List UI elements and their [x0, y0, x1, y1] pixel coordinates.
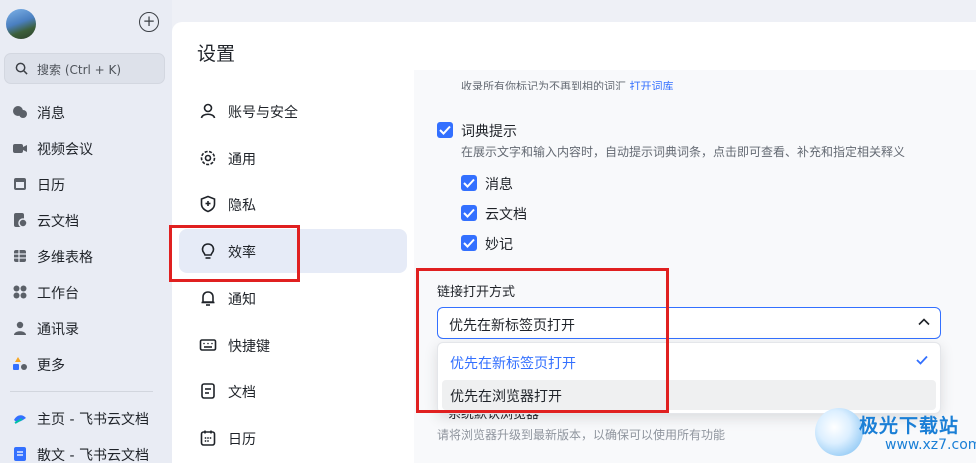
chevron-up-icon — [918, 318, 930, 326]
more-apps-icon — [13, 357, 27, 370]
option-cloud-docs-label: 云文档 — [485, 207, 527, 223]
checkmark-icon — [439, 125, 451, 135]
sidebar-item-video-meeting[interactable]: 视频会议 — [0, 133, 172, 163]
option-messages-label: 消息 — [485, 177, 513, 193]
menu-item-general[interactable]: 通用 — [179, 136, 407, 180]
menu-item-label: 通知 — [228, 292, 256, 308]
option-minutes-label: 妙记 — [485, 237, 513, 253]
feishu-doc-icon — [14, 415, 26, 424]
chat-bubble-icon — [13, 106, 27, 118]
sidebar-item-label: 散文 - 飞书云文档 — [37, 448, 149, 463]
sidebar-item-calendar[interactable]: 日历 — [0, 169, 172, 199]
bell-icon — [201, 291, 215, 306]
sidebar-item-label: 更多 — [37, 358, 65, 374]
sidebar-item-label: 日历 — [37, 178, 65, 194]
menu-item-label: 隐私 — [228, 198, 256, 214]
menu-item-label: 文档 — [228, 385, 256, 401]
contacts-icon — [14, 321, 26, 335]
menu-item-label: 日历 — [228, 432, 256, 448]
highlight-box-link-open — [416, 268, 669, 413]
app-sidebar: + 搜索 (Ctrl + K) 消息 视频会议 日历 云文档 多维表格 工作台 … — [0, 0, 172, 463]
calendar-icon — [200, 430, 216, 446]
video-camera-icon — [13, 144, 27, 153]
cloud-doc-icon — [14, 213, 28, 228]
sidebar-doc-essay[interactable]: 散文 - 飞书云文档 — [0, 439, 172, 463]
document-icon — [201, 383, 215, 399]
option-cloud-docs-checkbox[interactable] — [461, 205, 477, 221]
menu-item-label: 账号与安全 — [228, 105, 298, 121]
sidebar-item-label: 通讯录 — [37, 322, 79, 338]
menu-item-label: 通用 — [228, 152, 256, 168]
open-vocabulary-link[interactable]: 打开词库 — [630, 80, 674, 90]
option-minutes-checkbox[interactable] — [461, 235, 477, 251]
option-messages-checkbox[interactable] — [461, 175, 477, 191]
checkmark-icon — [463, 178, 475, 188]
check-icon — [916, 355, 928, 365]
sidebar-divider — [10, 391, 153, 392]
browser-upgrade-note: 请将浏览器升级到最新版本，以确保可以使用所有功能 — [437, 428, 726, 442]
add-icon[interactable]: + — [139, 12, 159, 32]
shield-icon — [200, 195, 216, 213]
highlight-box-efficiency — [169, 225, 300, 282]
keyboard-icon — [199, 339, 217, 351]
sidebar-item-contacts[interactable]: 通讯录 — [0, 313, 172, 343]
menu-item-account-security[interactable]: 账号与安全 — [179, 89, 407, 133]
search-placeholder: 搜索 (Ctrl + K) — [37, 63, 122, 77]
dict-hint-checkbox[interactable] — [437, 122, 453, 138]
vocabulary-hint: 收录所有你标记为不再到相的词汇 — [461, 80, 626, 90]
watermark-url: www.xz7.com — [885, 437, 976, 453]
document-icon — [14, 447, 26, 461]
watermark: 极光下载站 www.xz7.com — [815, 408, 976, 460]
dict-hint-description: 在展示文字和输入内容时，自动提示词典词条，点击即可查看、补充和指定相关释义 — [461, 145, 906, 159]
sidebar-item-label: 消息 — [37, 106, 65, 122]
vocabulary-hint-text: 收录所有你标记为不再到相的词汇 打开词库 — [461, 78, 674, 90]
gear-icon — [200, 150, 216, 166]
sidebar-item-workplace[interactable]: 工作台 — [0, 277, 172, 307]
checkmark-icon — [463, 208, 475, 218]
dict-hint-label: 词典提示 — [461, 124, 517, 140]
menu-item-shortcuts[interactable]: 快捷键 — [179, 323, 407, 367]
sidebar-doc-home[interactable]: 主页 - 飞书云文档 — [0, 403, 172, 433]
page-title: 设置 — [197, 43, 236, 65]
avatar[interactable] — [6, 9, 36, 39]
table-grid-icon — [14, 250, 26, 262]
sidebar-item-bitable[interactable]: 多维表格 — [0, 241, 172, 271]
watermark-text: 极光下载站 — [859, 415, 960, 437]
menu-item-privacy[interactable]: 隐私 — [179, 182, 407, 226]
menu-item-notifications[interactable]: 通知 — [179, 276, 407, 320]
sidebar-item-label: 视频会议 — [37, 142, 93, 158]
sidebar-item-label: 工作台 — [37, 286, 79, 302]
menu-item-calendar[interactable]: 日历 — [179, 416, 407, 460]
search-icon — [15, 62, 28, 75]
calendar-icon — [14, 178, 26, 190]
search-input[interactable]: 搜索 (Ctrl + K) — [4, 53, 165, 84]
sidebar-item-label: 主页 - 飞书云文档 — [37, 412, 149, 428]
sidebar-item-cloud-docs[interactable]: 云文档 — [0, 205, 172, 235]
sidebar-item-label: 多维表格 — [37, 250, 93, 266]
sidebar-item-more[interactable]: 更多 — [0, 349, 172, 379]
sidebar-item-label: 云文档 — [37, 214, 79, 230]
apps-grid-icon — [13, 285, 27, 299]
user-icon — [200, 103, 216, 119]
sidebar-item-messages[interactable]: 消息 — [0, 97, 172, 127]
watermark-logo-icon — [815, 408, 863, 456]
menu-item-label: 快捷键 — [228, 339, 270, 355]
checkmark-icon — [463, 238, 475, 248]
menu-item-documents[interactable]: 文档 — [179, 369, 407, 413]
